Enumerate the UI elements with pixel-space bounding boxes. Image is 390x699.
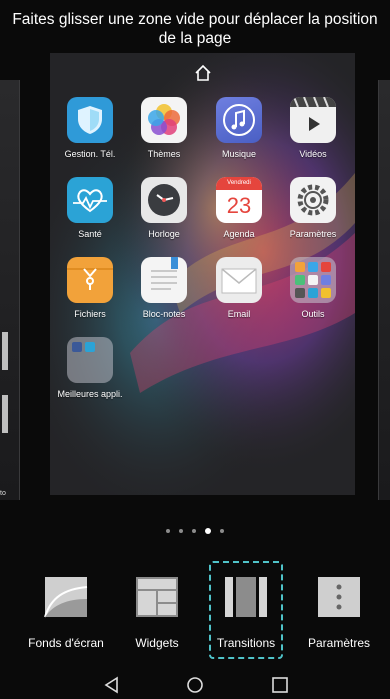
calendar-weekday: Vendredi [216,177,262,190]
recents-square-icon[interactable] [271,676,289,694]
page-dot[interactable] [166,529,170,533]
option-label: Paramètres [307,636,371,650]
app-label: Agenda [223,229,255,239]
app-gestion-tel[interactable]: Gestion. Tél. [50,97,130,159]
app-bloc-notes[interactable]: Bloc-notes [124,257,204,319]
settings-gear-icon [290,177,336,223]
more-settings-icon [316,575,362,619]
option-label: Fonds d'écran [28,636,104,650]
email-envelope-icon [216,257,262,303]
widgets-option[interactable]: Widgets [109,575,205,650]
app-label: Fichiers [74,309,106,319]
files-folder-icon [67,257,113,303]
app-label: Musique [221,149,257,159]
page-indicator[interactable] [0,528,390,534]
peek-label: to [0,490,6,497]
notepad-icon [141,257,187,303]
app-horloge[interactable]: Horloge [124,177,204,239]
settings-option[interactable]: Paramètres [291,575,387,650]
app-label: Paramètres [289,229,337,239]
page-dot[interactable] [220,529,224,533]
app-sante[interactable]: Santé [50,177,130,239]
app-musique[interactable]: Musique [199,97,279,159]
app-label: Bloc-notes [142,309,186,319]
home-page-preview[interactable]: Gestion. Tél. Thèmes Musique Vidéos Sant… [50,53,355,495]
navigation-bar [0,672,390,699]
home-circle-icon[interactable] [186,676,204,694]
music-note-icon [216,97,262,143]
calendar-icon: Vendredi 23 [216,177,262,223]
app-fichiers[interactable]: Fichiers [50,257,130,319]
page-dot[interactable] [179,529,183,533]
widgets-icon [134,575,180,619]
page-dot[interactable] [192,529,196,533]
selection-highlight [209,561,283,659]
app-label: Santé [78,229,102,239]
app-label: Vidéos [299,149,327,159]
widget-fragment [2,332,8,370]
wallpaper-option[interactable]: Fonds d'écran [18,575,114,650]
calendar-day: 23 [226,193,252,218]
app-label: Outils [301,309,325,319]
themes-flower-icon [141,97,187,143]
app-agenda[interactable]: Vendredi 23 Agenda [199,177,279,239]
back-icon[interactable] [103,676,121,694]
instruction-hint: Faites glisser une zone vide pour déplac… [12,11,378,47]
wallpaper-icon [43,575,89,619]
home-icon[interactable] [193,63,213,83]
app-parametres[interactable]: Paramètres [273,177,353,239]
shield-icon [67,97,113,143]
app-label: Meilleures appli. [57,389,123,399]
option-label: Widgets [135,636,179,650]
app-email[interactable]: Email [199,257,279,319]
clock-icon [141,177,187,223]
app-meilleures-appli[interactable]: Meilleures appli. [50,337,130,399]
app-label: Email [227,309,251,319]
video-play-icon [290,97,336,143]
app-label: Thèmes [147,149,181,159]
previous-page-peek[interactable]: to [0,80,20,500]
top-apps-folder-icon [67,337,113,383]
app-outils[interactable]: Outils [273,257,353,319]
next-page-peek[interactable] [378,80,390,500]
app-videos[interactable]: Vidéos [273,97,353,159]
widget-fragment [2,395,8,433]
app-themes[interactable]: Thèmes [124,97,204,159]
tools-folder-icon [290,257,336,303]
health-heart-icon [67,177,113,223]
page-dot-active[interactable] [205,528,211,534]
app-label: Horloge [148,229,180,239]
app-label: Gestion. Tél. [64,149,116,159]
